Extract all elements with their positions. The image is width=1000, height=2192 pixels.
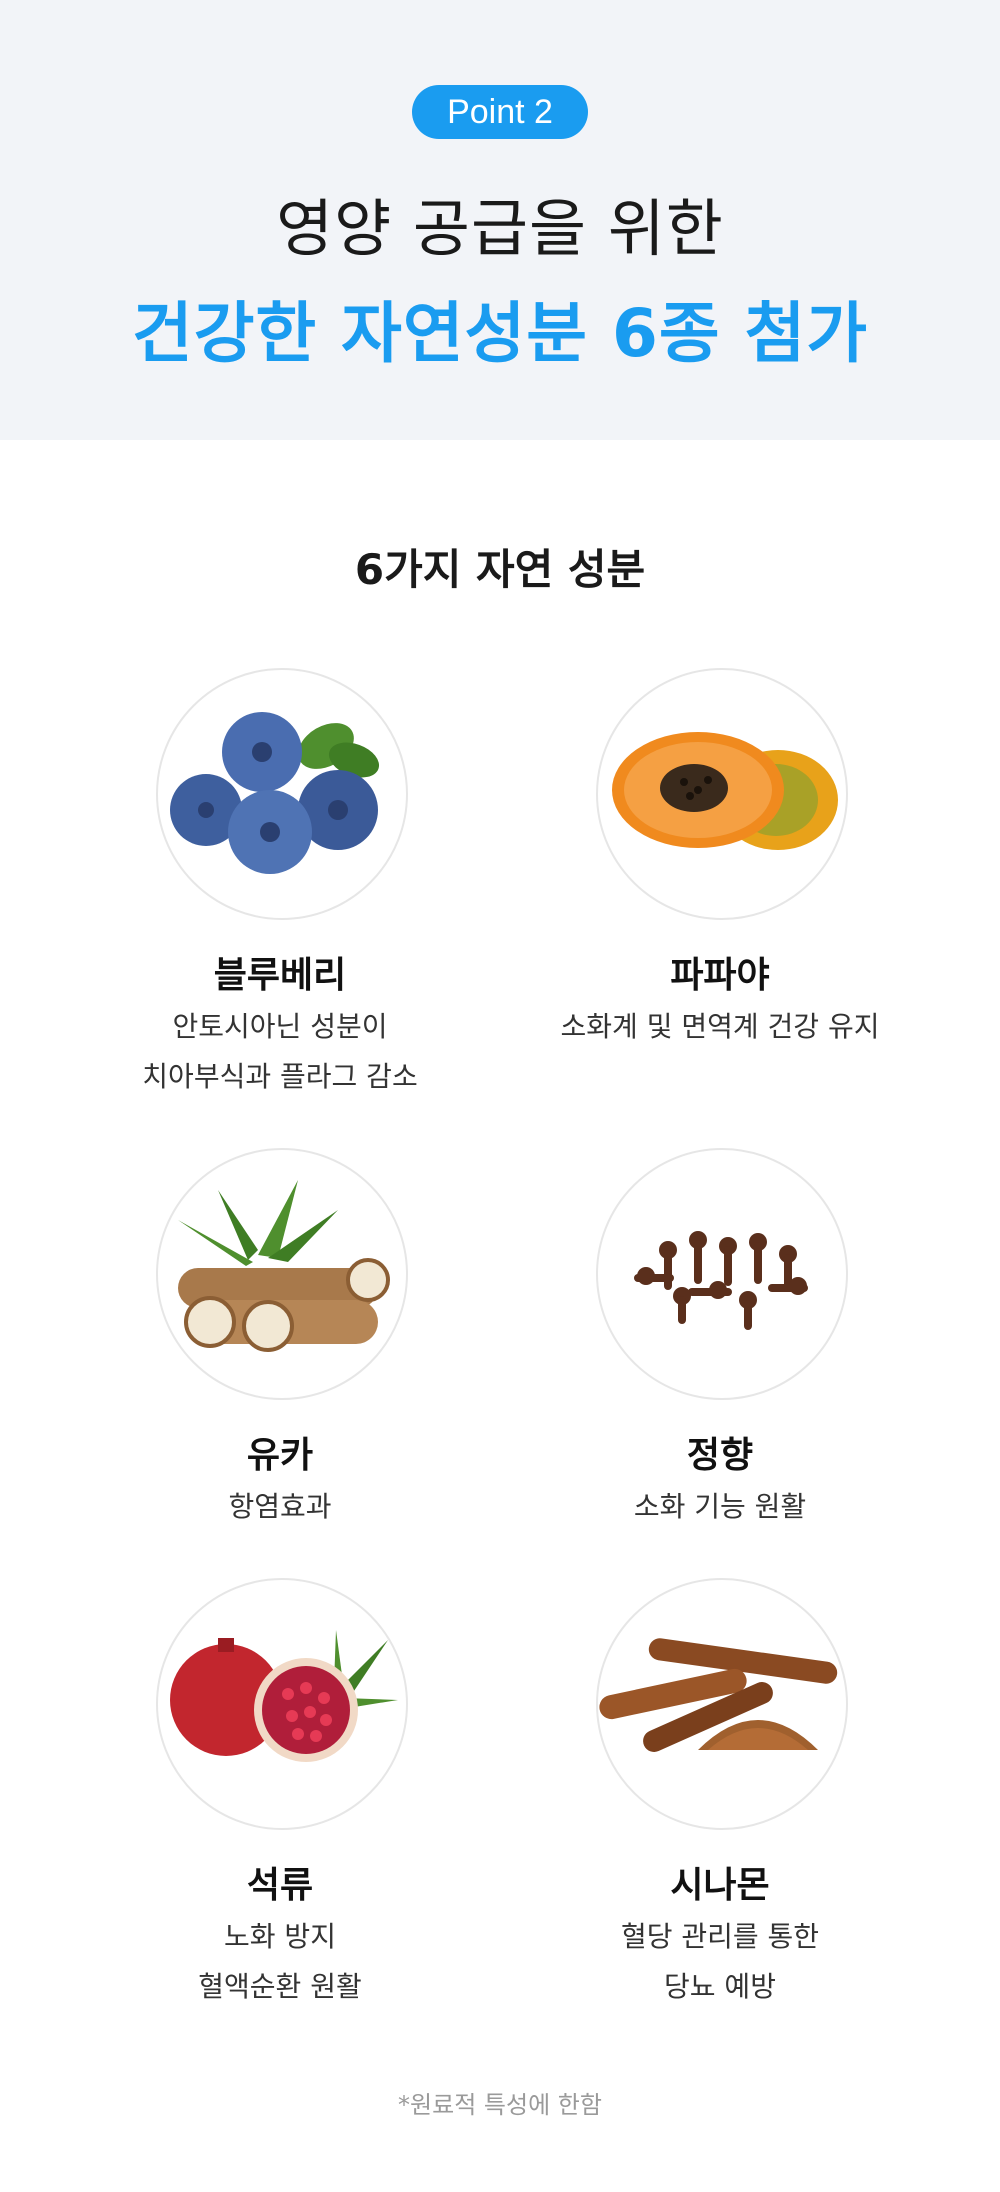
pomegranate-icon xyxy=(156,1578,408,1830)
ingredient-card-cinnamon: 시나몬 혈당 관리를 통한 당뇨 예방 xyxy=(500,1578,940,2008)
ingredient-card-clove: 정향 소화 기능 원활 xyxy=(500,1148,940,1528)
ingredient-name: 블루베리 xyxy=(213,955,347,996)
ingredient-card-yucca: 유카 항염효과 xyxy=(60,1148,500,1528)
clove-icon xyxy=(596,1148,848,1400)
ingredient-desc-line-1: 항염효과 xyxy=(228,1490,332,1523)
ingredient-card-papaya: 파파야 소화계 및 면역계 건강 유지 xyxy=(500,668,940,1108)
ingredient-desc-line-1: 혈당 관리를 통한 xyxy=(620,1920,820,1953)
cinnamon-icon xyxy=(596,1578,848,1830)
section-title: 6가지 자연 성분 xyxy=(354,545,646,594)
ingredient-desc-line-1: 안토시아닌 성분이 xyxy=(172,1010,388,1043)
ingredient-name: 유카 xyxy=(246,1435,314,1476)
ingredient-name: 파파야 xyxy=(670,955,770,996)
ingredient-name: 시나몬 xyxy=(670,1865,770,1906)
ingredient-card-blueberry: 블루베리 안토시아닌 성분이 치아부식과 플라그 감소 xyxy=(60,668,500,1108)
ingredient-desc-line-1: 노화 방지 xyxy=(224,1920,336,1953)
ingredient-desc-line-2: 당뇨 예방 xyxy=(664,1970,776,2003)
papaya-icon xyxy=(596,668,848,920)
footnote: *원료적 특성에 한함 xyxy=(398,2091,602,2119)
ingredient-name: 정향 xyxy=(686,1435,754,1476)
ingredient-name: 석류 xyxy=(246,1865,314,1906)
headline-line-1: 영양 공급을 위한 xyxy=(276,192,724,265)
yucca-icon xyxy=(156,1148,408,1400)
ingredient-desc-line-2: 치아부식과 플라그 감소 xyxy=(142,1060,418,1093)
ingredient-card-pomegranate: 석류 노화 방지 혈액순환 원활 xyxy=(60,1578,500,2008)
hero-section: Point 2 영양 공급을 위한 건강한 자연성분 6종 첨가 xyxy=(0,0,1000,440)
ingredient-desc-line-1: 소화계 및 면역계 건강 유지 xyxy=(560,1010,880,1043)
ingredient-desc-line-1: 소화 기능 원활 xyxy=(633,1490,807,1523)
ingredient-desc-line-2: 혈액순환 원활 xyxy=(198,1970,362,2003)
headline-line-2: 건강한 자연성분 6종 첨가 xyxy=(131,295,869,372)
blueberry-icon xyxy=(156,668,408,920)
point-badge: Point 2 xyxy=(412,85,588,139)
